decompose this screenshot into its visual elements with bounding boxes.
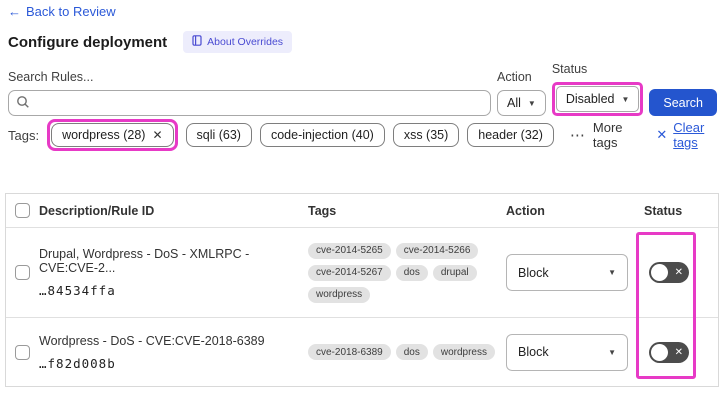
search-rules-input[interactable] [8, 90, 491, 116]
rule-tags: cve-2018-6389 dos wordpress [308, 344, 506, 360]
rule-tag-pill: dos [395, 264, 428, 281]
select-all-checkbox[interactable] [15, 203, 30, 218]
rules-table: Description/Rule ID Tags Action Status D… [5, 193, 719, 387]
chevron-down-icon: ▼ [621, 94, 630, 104]
back-arrow-icon: ← [8, 4, 21, 19]
header-tags: Tags [308, 203, 337, 218]
tag-chip-label: sqli (63) [196, 128, 241, 142]
rule-description: Drupal, Wordpress - DoS - XMLRPC - CVE:C… [39, 247, 250, 275]
tag-chip-label: xss (35) [403, 128, 449, 142]
clear-tags-label: Clear tags [673, 120, 705, 150]
page-header: Configure deployment About Overrides [8, 31, 293, 53]
toggle-x-icon: ✕ [674, 346, 683, 358]
remove-tag-icon[interactable]: ✕ [152, 128, 162, 142]
toggle-x-icon: ✕ [674, 267, 683, 278]
action-filter-group: Action All ▼ [497, 70, 546, 116]
toggle-knob [651, 264, 668, 281]
search-rules-group: Search Rules... [8, 70, 491, 116]
clear-tags-button[interactable]: ✕ Clear tags [656, 120, 717, 150]
status-filter-highlight: Disabled ▼ [551, 82, 644, 116]
action-filter-dropdown[interactable]: All ▼ [497, 90, 546, 116]
rule-tag-pill: cve-2018-6389 [308, 344, 391, 360]
rule-tag-pill: cve-2014-5267 [308, 264, 391, 281]
toggle-knob [651, 343, 668, 361]
tag-chip-label: header (32) [478, 128, 543, 142]
rule-tag-pill: dos [395, 344, 428, 360]
search-rules-label: Search Rules... [8, 70, 94, 84]
tag-chip-header[interactable]: header (32) [467, 123, 554, 147]
action-select-value: Block [518, 345, 549, 359]
tag-chip-xss[interactable]: xss (35) [392, 123, 460, 147]
about-overrides-label: About Overrides [207, 36, 284, 48]
header-description: Description/Rule ID [39, 203, 155, 218]
more-tags-label: More tags [592, 120, 623, 150]
status-filter-label: Status [551, 62, 588, 76]
row-checkbox[interactable] [15, 344, 30, 360]
tags-filter-bar: Tags: wordpress (28) ✕ sqli (63) code-in… [8, 119, 717, 151]
action-select-value: Block [518, 265, 549, 280]
table-header-row: Description/Rule ID Tags Action Status [6, 194, 718, 228]
status-filter-value: Disabled [565, 92, 615, 106]
rule-description: Wordpress - DoS - CVE:CVE-2018-6389 [39, 333, 265, 348]
action-select-dropdown[interactable]: Block ▼ [506, 254, 628, 291]
rule-tag-pill: cve-2014-5266 [395, 242, 479, 259]
rule-id: …f82d008b [39, 355, 116, 371]
filter-bar: Search Rules... Action All ▼ Status Disa… [8, 62, 717, 116]
tags-label: Tags: [8, 127, 40, 143]
tag-chip-sqli[interactable]: sqli (63) [185, 123, 252, 147]
status-toggle-off[interactable]: ✕ [649, 262, 689, 283]
back-link-label: Back to Review [26, 4, 116, 19]
chevron-down-icon: ▼ [608, 347, 616, 357]
selected-tag-highlight: wordpress (28) ✕ [47, 119, 178, 151]
rule-tag-pill: wordpress [432, 344, 495, 360]
page-title: Configure deployment [8, 33, 168, 51]
header-status: Status [644, 203, 683, 218]
chevron-down-icon: ▼ [527, 98, 536, 108]
search-icon [16, 95, 30, 114]
rule-tag-pill: drupal [432, 264, 477, 281]
status-filter-group: Status Disabled ▼ [551, 62, 644, 116]
search-button[interactable]: Search [649, 89, 717, 116]
back-to-review-link[interactable]: ← Back to Review [8, 4, 116, 19]
table-row: Wordpress - DoS - CVE:CVE-2018-6389 …f82… [6, 318, 718, 386]
action-select-dropdown[interactable]: Block ▼ [506, 333, 628, 371]
rule-id: …84534ffa [39, 283, 116, 298]
close-icon: ✕ [656, 127, 668, 142]
row-checkbox[interactable] [15, 265, 30, 280]
status-filter-dropdown[interactable]: Disabled ▼ [555, 86, 640, 112]
configure-deployment-page: ← Back to Review Configure deployment Ab… [0, 0, 725, 406]
rule-tag-pill: wordpress [308, 286, 371, 303]
ellipsis-icon: ⋯ [569, 127, 586, 144]
search-box [8, 90, 491, 116]
header-action: Action [506, 203, 545, 218]
more-tags-button[interactable]: ⋯ More tags [570, 120, 634, 150]
tag-chip-wordpress[interactable]: wordpress (28) ✕ [51, 123, 174, 147]
about-overrides-badge[interactable]: About Overrides [183, 31, 293, 53]
tag-chip-label: wordpress (28) [62, 128, 146, 142]
tag-chip-label: code-injection (40) [270, 128, 374, 142]
rule-tags: cve-2014-5265 cve-2014-5266 cve-2014-526… [308, 242, 506, 303]
action-filter-label: Action [497, 70, 532, 84]
status-toggle-off[interactable]: ✕ [649, 341, 689, 363]
chevron-down-icon: ▼ [608, 268, 616, 277]
table-row: Drupal, Wordpress - DoS - XMLRPC - CVE:C… [6, 228, 718, 318]
document-icon [192, 35, 202, 49]
action-filter-value: All [507, 96, 521, 110]
rule-tag-pill: cve-2014-5265 [308, 242, 391, 259]
tag-chip-code-injection[interactable]: code-injection (40) [259, 123, 385, 147]
